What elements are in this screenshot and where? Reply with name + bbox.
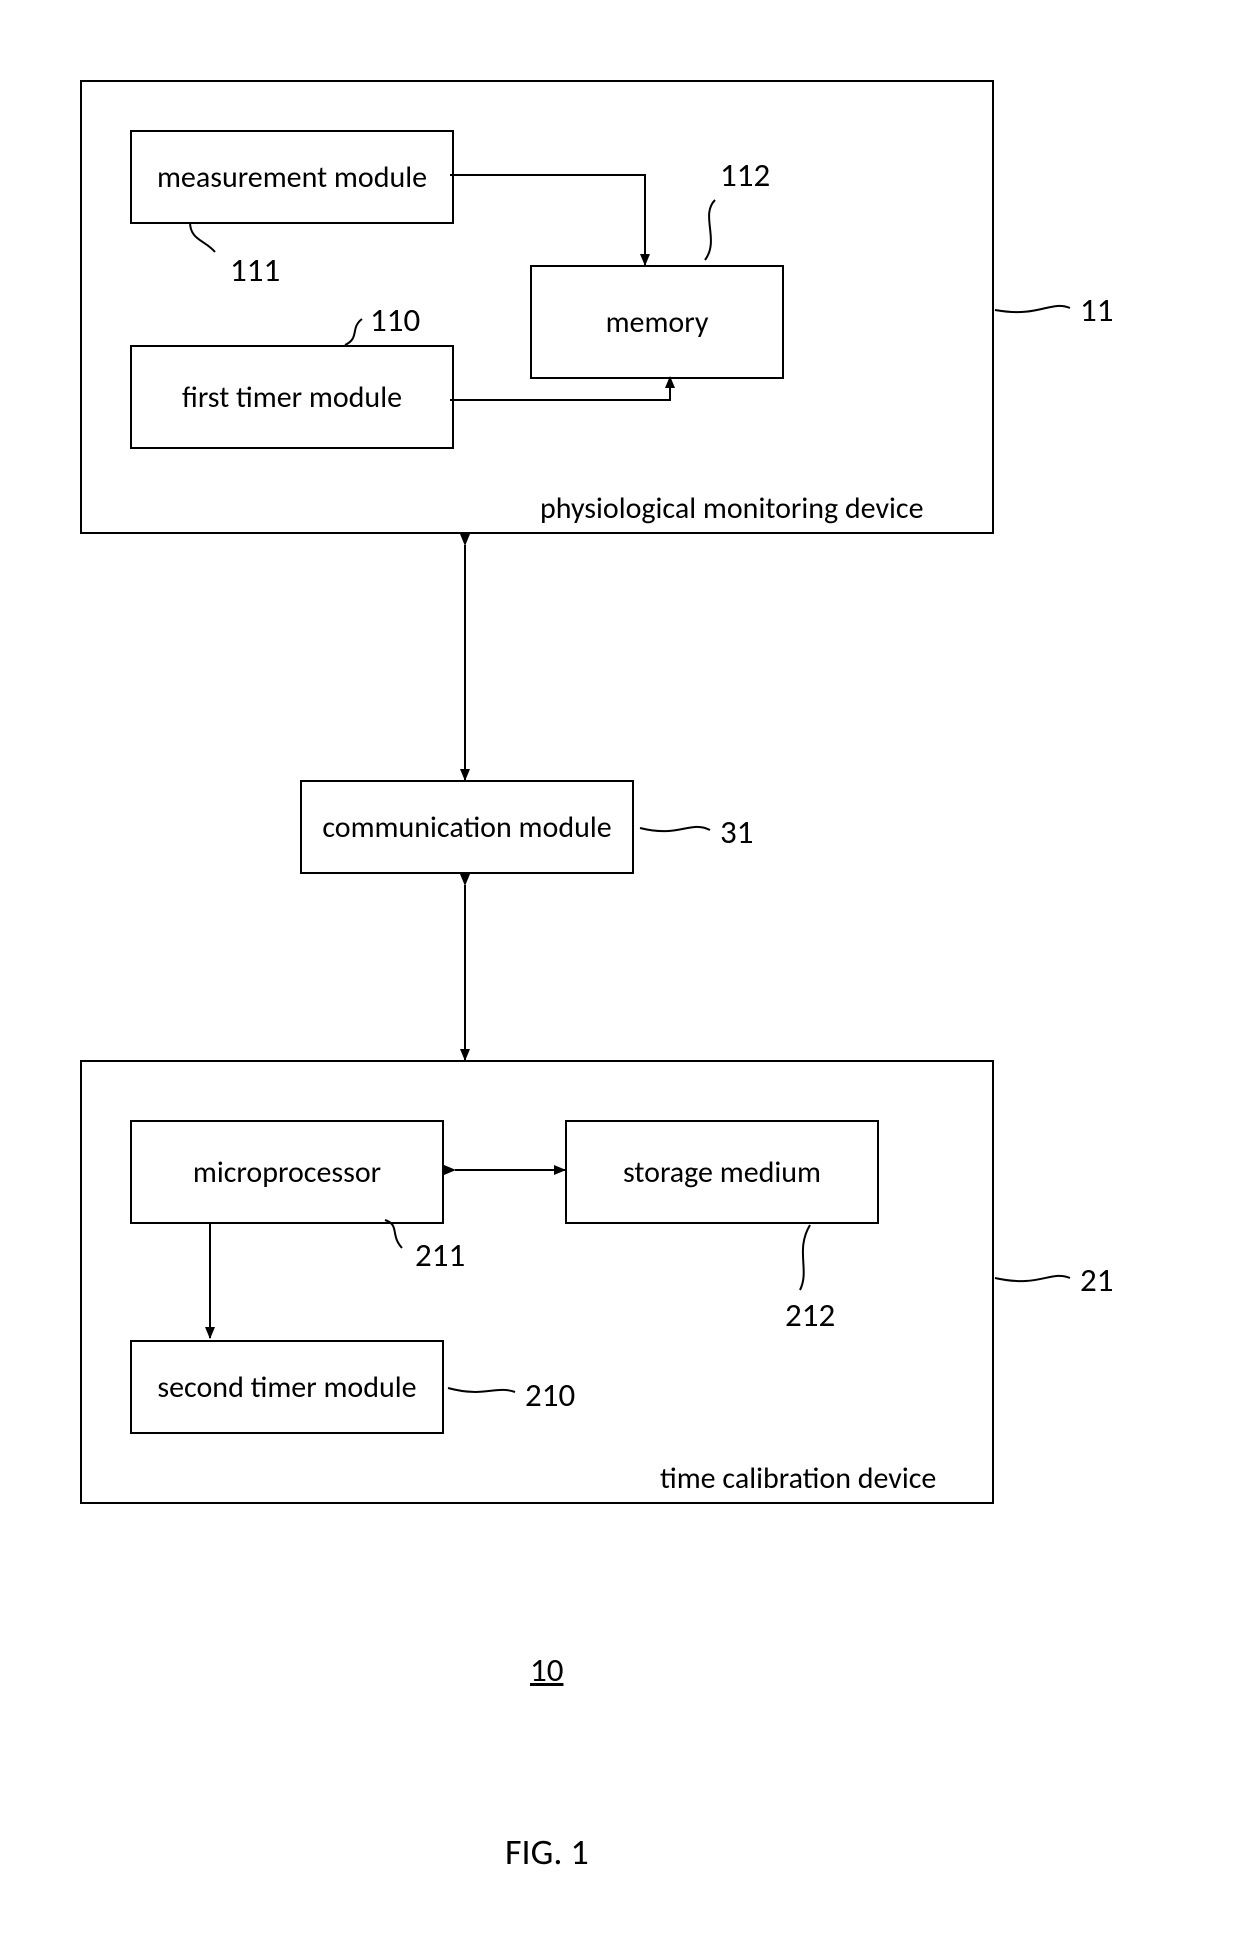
arrow-layer [0,0,1240,1942]
diagram-canvas: physiological monitoring device time cal… [0,0,1240,1942]
